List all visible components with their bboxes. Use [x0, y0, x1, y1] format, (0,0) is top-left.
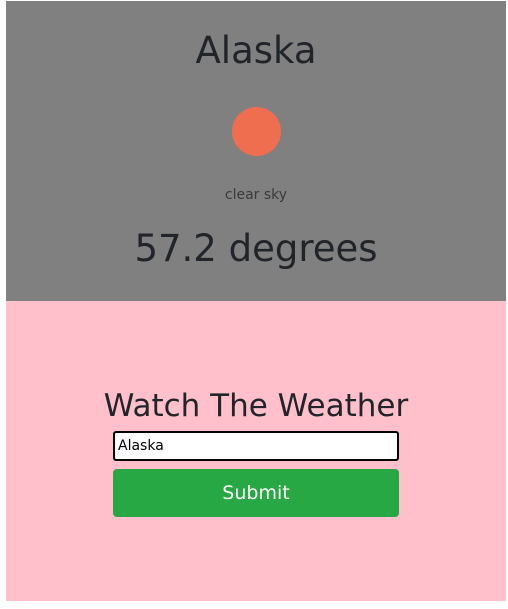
temperature: 57.2 degrees: [134, 227, 378, 270]
city-input[interactable]: [113, 431, 399, 461]
weather-form-panel: Watch The Weather Submit: [6, 301, 506, 601]
weather-condition: clear sky: [224, 187, 288, 203]
weather-display-panel: Alaska clear sky 57.2 degrees: [6, 1, 506, 301]
city-name: Alaska: [195, 29, 317, 72]
form-title: Watch The Weather: [103, 388, 409, 424]
app-frame: Alaska clear sky 57.2 degrees Watch The …: [6, 1, 506, 601]
sun-icon: [232, 107, 281, 156]
submit-button[interactable]: Submit: [113, 469, 399, 517]
